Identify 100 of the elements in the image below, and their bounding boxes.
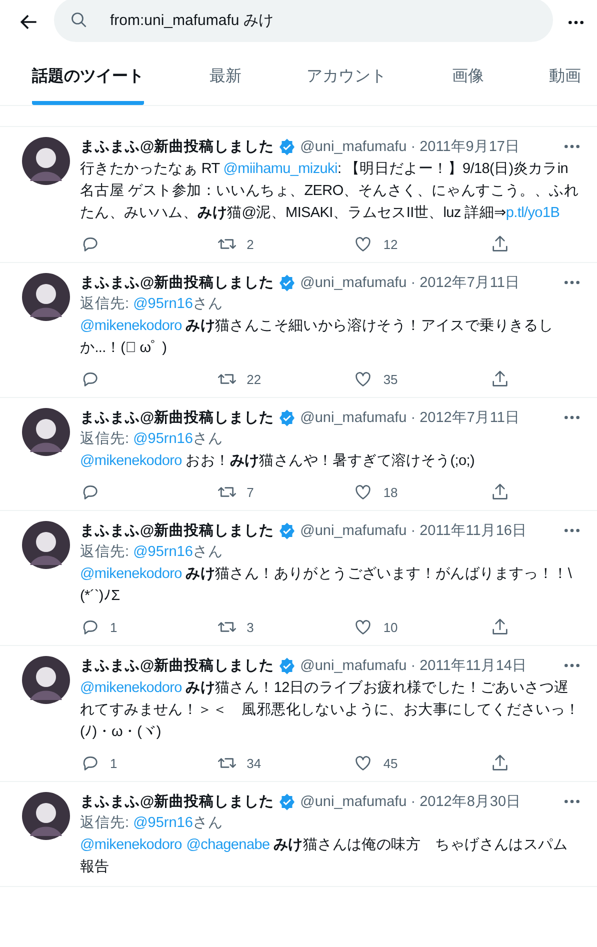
separator-dot: ·: [410, 794, 416, 810]
avatar[interactable]: [22, 137, 70, 185]
share-button[interactable]: [490, 369, 510, 389]
tab[interactable]: 動画: [549, 52, 581, 105]
verified-badge-icon: [278, 138, 296, 156]
avatar[interactable]: [22, 792, 70, 840]
verified-badge-icon: [278, 522, 296, 540]
like-button[interactable]: 12: [353, 234, 414, 254]
avatar[interactable]: [22, 408, 70, 456]
user-name[interactable]: まふまふ@新曲投稿しました: [80, 792, 274, 811]
user-handle: @uni_mafumafu: [300, 138, 407, 154]
tweet-text: @mikenekodoro @chagenabe みけ猫さんは俺の味方 ちゃげさんはスパム報告: [80, 836, 568, 877]
tweet-date[interactable]: 2011年9月17日: [420, 137, 520, 156]
retweet-count: 3: [246, 620, 254, 634]
heart-icon: [353, 369, 374, 389]
like-count: 12: [383, 236, 398, 252]
retweet-button[interactable]: 2: [216, 234, 277, 254]
more-button[interactable]: [563, 799, 581, 804]
more-button[interactable]: [563, 415, 581, 420]
tweet-date[interactable]: 2012年7月11日: [420, 273, 520, 292]
user-name[interactable]: まふまふ@新曲投稿しました: [80, 408, 274, 427]
like-button[interactable]: 18: [353, 482, 414, 502]
retweet-button[interactable]: 7: [216, 482, 277, 502]
retweet-button[interactable]: 22: [216, 369, 277, 389]
user-handle: @uni_mafumafu: [300, 522, 407, 538]
tweet-text: @mikenekodoro みけ猫さん！ありがとうございます！がんばりますっ！！\(*´`)ﾉΣ: [80, 565, 573, 606]
like-count: 18: [383, 484, 398, 500]
tweet-text: 行きたかったなぁ RT @miihamu_mizuki: 【明日だよー！】9/18(日)炎カラin名古屋 ゲスト参加：いいんちょ、ZERO、そんさく、にゃんすこう。、ふれたん、みいハム、みけ猫@泥、MISAKI、ラムセスII世、luz 詳細⇒p.tl/yo1B: [80, 160, 580, 223]
tweet-text: @mikenekodoro おお！みけ猫さんや！暑すぎて溶けそう(;o;): [80, 452, 476, 471]
more-button[interactable]: [563, 280, 581, 285]
verified-badge-icon: [278, 656, 296, 674]
retweet-count: 7: [246, 484, 254, 500]
heart-icon: [353, 617, 374, 637]
separator-dot: ·: [410, 274, 416, 290]
avatar[interactable]: [22, 656, 70, 704]
like-count: 10: [383, 620, 398, 634]
verified-badge-icon: [278, 274, 296, 292]
share-button[interactable]: [490, 617, 510, 637]
user-name[interactable]: まふまふ@新曲投稿しました: [80, 656, 274, 675]
share-icon: [490, 369, 510, 389]
share-icon: [490, 617, 510, 637]
reply-count: 1: [110, 620, 118, 634]
more-icon: [567, 20, 585, 24]
verified-badge-icon: [278, 408, 296, 426]
more-icon: [563, 528, 581, 533]
like-button[interactable]: 45: [353, 753, 414, 773]
like-count: 35: [383, 372, 398, 386]
share-icon: [490, 482, 510, 502]
share-icon: [490, 234, 510, 254]
more-button[interactable]: [563, 528, 581, 533]
share-button[interactable]: [490, 234, 510, 254]
tab[interactable]: 話題のツイート: [32, 52, 144, 105]
share-button[interactable]: [490, 753, 510, 773]
user-handle: @uni_mafumafu: [300, 794, 407, 810]
more-icon: [563, 415, 581, 420]
like-count: 45: [383, 756, 398, 770]
tweet-date[interactable]: 2012年7月11日: [420, 408, 520, 427]
tweet-date[interactable]: 2011年11月16日: [420, 521, 527, 540]
user-handle: @uni_mafumafu: [300, 410, 407, 426]
reply-count: 1: [110, 756, 118, 770]
avatar[interactable]: [22, 273, 70, 321]
retweet-button[interactable]: 3: [216, 617, 277, 637]
separator-dot: ·: [410, 410, 416, 426]
search-icon: [70, 11, 88, 29]
tweet-text: @mikenekodoro みけ猫さんこそ細いから溶けそう！アイスで乗りきるしか...！(ﾟ ωﾟ ): [80, 316, 554, 358]
like-button[interactable]: 35: [353, 369, 414, 389]
more-icon: [563, 280, 581, 285]
separator-dot: ·: [410, 658, 416, 674]
tweet-date[interactable]: 2011年11月14日: [420, 656, 527, 675]
separator-dot: ·: [410, 522, 416, 538]
tab[interactable]: アカウント: [306, 52, 386, 105]
more-button[interactable]: [563, 144, 581, 149]
like-button[interactable]: 10: [353, 617, 414, 637]
tweet-date[interactable]: 2012年8月30日: [420, 792, 522, 811]
share-icon: [490, 753, 510, 773]
reply-button[interactable]: 1: [80, 617, 140, 637]
search-field[interactable]: from:uni_mafumafu みけ: [54, 0, 553, 42]
reply-to-text: 返信先: @95rn16さん: [80, 543, 224, 561]
more-icon: [563, 799, 581, 804]
tab[interactable]: 最新: [209, 52, 242, 105]
reply-to-text: 返信先: @95rn16さん: [80, 430, 224, 448]
avatar[interactable]: [22, 521, 70, 569]
user-handle: @uni_mafumafu: [300, 658, 407, 674]
retweet-count: 34: [246, 756, 262, 770]
reply-to-text: 返信先: @95rn16さん: [80, 295, 224, 313]
tweet-text: @mikenekodoro みけ猫さん！12日のライブお疲れ様でした！ごあいさつ遅れてすみません！＞＜ 風邪悪化しないように、お大事にしてくださいっ！(ﾉ)・ω・(ヾ): [80, 679, 581, 742]
user-name[interactable]: まふまふ@新曲投稿しました: [80, 273, 274, 292]
user-name[interactable]: まふまふ@新曲投稿しました: [80, 521, 274, 540]
separator-dot: ·: [410, 138, 416, 154]
reply-button[interactable]: 1: [80, 753, 140, 773]
more-icon: [563, 663, 581, 668]
tab[interactable]: 画像: [452, 52, 484, 105]
heart-icon: [353, 234, 374, 254]
share-button[interactable]: [490, 482, 510, 502]
more-button[interactable]: [563, 663, 581, 668]
verified-badge-icon: [278, 792, 296, 810]
user-name[interactable]: まふまふ@新曲投稿しました: [80, 137, 274, 156]
retweet-button[interactable]: 34: [216, 753, 277, 773]
heart-icon: [353, 482, 374, 502]
retweet-count: 2: [246, 236, 254, 252]
